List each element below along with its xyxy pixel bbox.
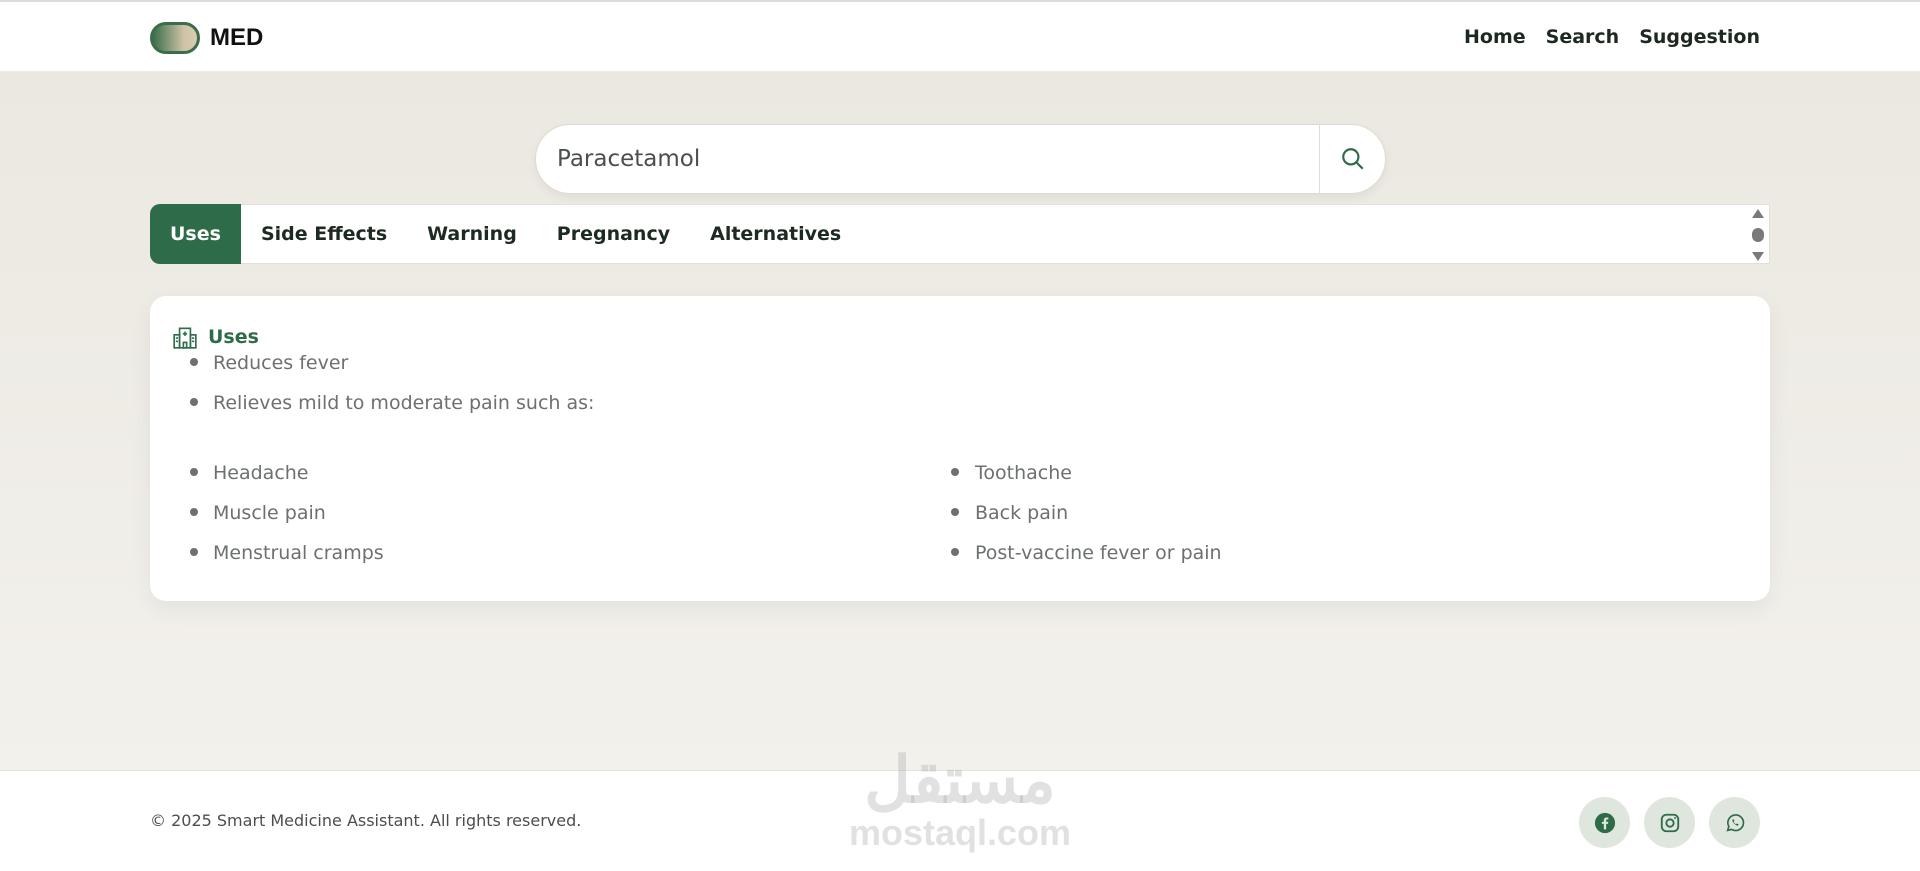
list-item: Reduces fever [150,343,594,383]
nav-suggestion-link[interactable]: Suggestion [1639,26,1760,48]
scroll-thumb[interactable] [1752,228,1764,242]
list-item: Back pain [951,493,1222,533]
instagram-icon [1660,813,1679,832]
tabs-scrollbar[interactable] [1751,209,1765,261]
info-tabs: Uses Side Effects Warning Pregnancy Alte… [150,204,1770,264]
tab-alternatives[interactable]: Alternatives [690,204,861,264]
main-nav: Home Search Suggestion [1464,26,1760,48]
search-icon [1341,148,1364,170]
tab-uses[interactable]: Uses [150,204,241,264]
scroll-up-icon[interactable] [1752,209,1764,218]
list-item: Headache [150,453,384,493]
nav-search-link[interactable]: Search [1546,26,1620,48]
facebook-icon [1594,812,1615,833]
nav-home-link[interactable]: Home [1464,26,1526,48]
logo-text: MED [210,24,264,51]
uses-list: Reduces fever Relieves mild to moderate … [150,343,594,423]
tab-side-effects[interactable]: Side Effects [241,204,407,264]
list-item: Relieves mild to moderate pain such as: [150,383,594,423]
tab-warning[interactable]: Warning [407,204,537,264]
watermark-arabic: مستقل [864,744,1056,816]
list-item: Muscle pain [150,493,384,533]
whatsapp-button[interactable] [1709,797,1760,848]
search-bar [535,124,1386,194]
search-input[interactable] [536,125,1319,193]
social-links [1579,797,1760,848]
logo-pill-icon [150,22,200,54]
facebook-button[interactable] [1579,797,1630,848]
list-item: Post-vaccine fever or pain [951,533,1222,573]
pain-list-right: Toothache Back pain Post-vaccine fever o… [951,453,1222,573]
logo[interactable]: MED [150,22,263,54]
list-item: Toothache [951,453,1222,493]
search-button[interactable] [1319,125,1385,193]
tab-pregnancy[interactable]: Pregnancy [537,204,690,264]
instagram-button[interactable] [1644,797,1695,848]
top-header: MED Home Search Suggestion [0,0,1920,72]
copyright-text: © 2025 Smart Medicine Assistant. All rig… [150,811,582,830]
uses-card: Uses Reduces fever Relieves mild to mode… [150,296,1770,601]
watermark: مستقل mostaql.com [845,745,1075,855]
watermark-latin: mostaql.com [848,812,1072,853]
pain-list-left: Headache Muscle pain Menstrual cramps [150,453,384,573]
scroll-down-icon[interactable] [1752,252,1764,261]
list-item: Menstrual cramps [150,533,384,573]
whatsapp-icon [1725,813,1744,831]
